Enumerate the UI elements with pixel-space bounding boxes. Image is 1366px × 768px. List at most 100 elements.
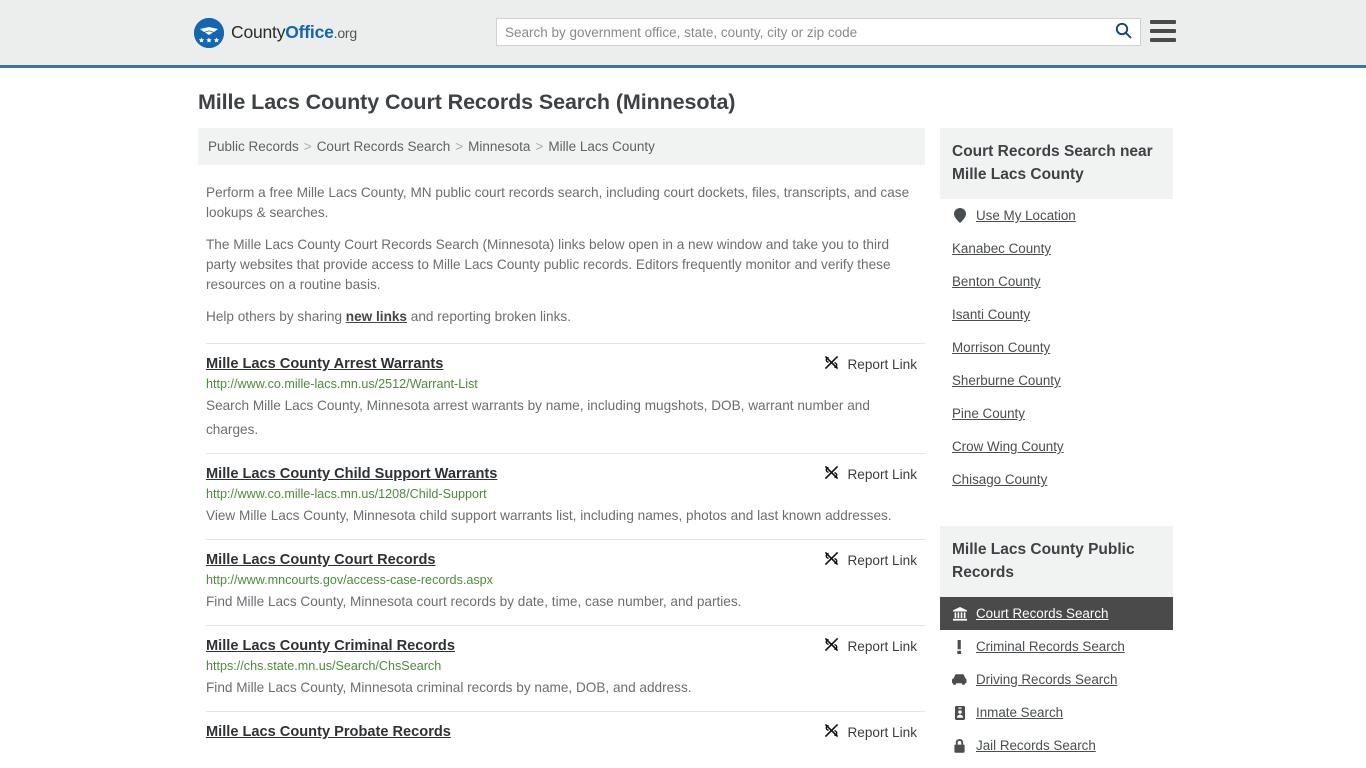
site-logo[interactable]: CountyOffice.org (194, 17, 357, 48)
report-link-button[interactable]: Report Link (824, 355, 917, 373)
intro-paragraph-2: The Mille Lacs County Court Records Sear… (206, 237, 891, 292)
result-url[interactable]: http://www.mncourts.gov/access-case-reco… (206, 573, 925, 587)
result-title-link[interactable]: Mille Lacs County Child Support Warrants (206, 466, 497, 482)
public-records-item[interactable]: Jail Records Search (940, 729, 1173, 762)
sidebar: Court Records Search near Mille Lacs Cou… (940, 128, 1173, 768)
public-records-list: Court Records Search Criminal Records Sea… (940, 597, 1173, 762)
breadcrumb-item-3[interactable]: Mille Lacs County (548, 139, 655, 154)
result-title-link[interactable]: Mille Lacs County Criminal Records (206, 638, 455, 654)
nearby-county-link[interactable]: Benton County (952, 274, 1041, 289)
breadcrumb-separator-0: > (303, 139, 312, 154)
content-columns: Public Records > Court Records Search > Minn… (198, 128, 1366, 768)
broken-link-icon (824, 465, 839, 483)
hamburger-menu-icon[interactable] (1150, 20, 1176, 42)
breadcrumb: Public Records > Court Records Search > Minn… (198, 128, 925, 165)
nearby-county-item[interactable]: Kanabec County (940, 232, 1173, 265)
public-records-heading: Mille Lacs County Public Records (940, 526, 1173, 597)
public-records-item[interactable]: Criminal Records Search (940, 630, 1173, 663)
search-button[interactable] (1106, 19, 1140, 45)
result-item: Mille Lacs County Criminal Records https:… (206, 625, 925, 711)
id-badge-icon (952, 705, 967, 720)
public-records-item[interactable]: Court Records Search (940, 597, 1173, 630)
car-icon (952, 674, 967, 685)
map-pin-icon (952, 208, 967, 223)
nearby-search-box: Court Records Search near Mille Lacs Cou… (940, 128, 1173, 496)
report-link-label: Report Link (847, 356, 917, 372)
broken-link-icon (824, 551, 839, 569)
nearby-county-link[interactable]: Sherburne County (952, 373, 1061, 388)
new-links-link[interactable]: new links (346, 309, 407, 324)
report-link-label: Report Link (847, 638, 917, 654)
breadcrumb-item-0[interactable]: Public Records (208, 139, 299, 154)
nearby-county-link[interactable]: Use My Location (976, 208, 1076, 223)
public-records-link[interactable]: Jail Records Search (976, 738, 1096, 753)
bank-icon (952, 606, 967, 621)
nearby-county-link[interactable]: Chisago County (952, 472, 1047, 487)
public-records-box: Mille Lacs County Public Records Court R… (940, 526, 1173, 762)
logo-text-county: County (231, 22, 286, 42)
result-url[interactable]: http://www.co.mille-lacs.mn.us/1208/Chil… (206, 487, 925, 501)
nearby-county-item[interactable]: Sherburne County (940, 364, 1173, 397)
nearby-county-link[interactable]: Crow Wing County (952, 439, 1064, 454)
nearby-county-link[interactable]: Isanti County (952, 307, 1030, 322)
nearby-county-item[interactable]: Chisago County (940, 463, 1173, 496)
result-description: Find Mille Lacs County, Minnesota crimin… (206, 680, 692, 695)
result-item: Mille Lacs County Probate Records Report … (206, 711, 925, 752)
broken-link-icon (824, 355, 839, 373)
report-link-button[interactable]: Report Link (824, 465, 917, 483)
result-item: Mille Lacs County Court Records http://ww… (206, 539, 925, 625)
result-description: Search Mille Lacs County, Minnesota arre… (206, 398, 870, 437)
nearby-county-link[interactable]: Pine County (952, 406, 1025, 421)
result-url[interactable]: http://www.co.mille-lacs.mn.us/2512/Warr… (206, 377, 925, 391)
breadcrumb-item-1[interactable]: Court Records Search (317, 139, 451, 154)
report-link-label: Report Link (847, 466, 917, 482)
breadcrumb-separator-1: > (455, 139, 464, 154)
nearby-county-link[interactable]: Kanabec County (952, 241, 1051, 256)
result-url[interactable]: https://chs.state.mn.us/Search/ChsSearch (206, 659, 925, 673)
nearby-county-link[interactable]: Morrison County (952, 340, 1050, 355)
public-records-link[interactable]: Driving Records Search (976, 672, 1117, 687)
public-records-link[interactable]: Criminal Records Search (976, 639, 1125, 654)
intro-paragraph-1: Perform a free Mille Lacs County, MN pub… (206, 185, 910, 220)
public-records-item[interactable]: Driving Records Search (940, 663, 1173, 696)
public-records-link[interactable]: Court Records Search (976, 606, 1108, 621)
report-link-button[interactable]: Report Link (824, 637, 917, 655)
result-title-link[interactable]: Mille Lacs County Court Records (206, 552, 435, 568)
nearby-county-item[interactable]: Morrison County (940, 331, 1173, 364)
broken-link-icon (824, 637, 839, 655)
eagle-shield-logo-icon (194, 17, 224, 48)
public-records-link[interactable]: Inmate Search (976, 705, 1063, 720)
page-title: Mille Lacs County Court Records Search (… (198, 90, 736, 114)
search-bar[interactable] (496, 18, 1141, 46)
site-header: CountyOffice.org (0, 0, 1366, 68)
nearby-county-item[interactable]: Isanti County (940, 298, 1173, 331)
result-title-link[interactable]: Mille Lacs County Probate Records (206, 724, 451, 740)
result-item: Mille Lacs County Child Support Warrants… (206, 453, 925, 539)
intro-p3-after: and reporting broken links. (407, 309, 571, 324)
result-description: Find Mille Lacs County, Minnesota court … (206, 594, 742, 609)
site-logo-text: CountyOffice.org (231, 22, 357, 43)
breadcrumb-separator-2: > (535, 139, 544, 154)
result-title-link[interactable]: Mille Lacs County Arrest Warrants (206, 356, 443, 372)
result-description: View Mille Lacs County, Minnesota child … (206, 508, 892, 523)
intro-paragraph-3: Help others by sharing new links and rep… (206, 307, 918, 327)
report-link-label: Report Link (847, 552, 917, 568)
intro-text: Perform a free Mille Lacs County, MN pub… (198, 165, 925, 327)
results-list: Mille Lacs County Arrest Warrants http://… (198, 343, 925, 752)
nearby-search-heading: Court Records Search near Mille Lacs Cou… (940, 128, 1173, 199)
report-link-label: Report Link (847, 724, 917, 740)
nearby-county-item[interactable]: Crow Wing County (940, 430, 1173, 463)
logo-text-org: .org (333, 25, 358, 41)
search-icon (1115, 22, 1132, 42)
nearby-county-item[interactable]: Use My Location (940, 199, 1173, 232)
breadcrumb-item-2[interactable]: Minnesota (468, 139, 530, 154)
hamburger-bar-2 (1150, 29, 1176, 33)
broken-link-icon (824, 723, 839, 741)
public-records-item[interactable]: Inmate Search (940, 696, 1173, 729)
report-link-button[interactable]: Report Link (824, 551, 917, 569)
report-link-button[interactable]: Report Link (824, 723, 917, 741)
nearby-county-item[interactable]: Benton County (940, 265, 1173, 298)
logo-text-office: Office (285, 22, 334, 42)
nearby-county-item[interactable]: Pine County (940, 397, 1173, 430)
search-input[interactable] (497, 19, 1106, 45)
